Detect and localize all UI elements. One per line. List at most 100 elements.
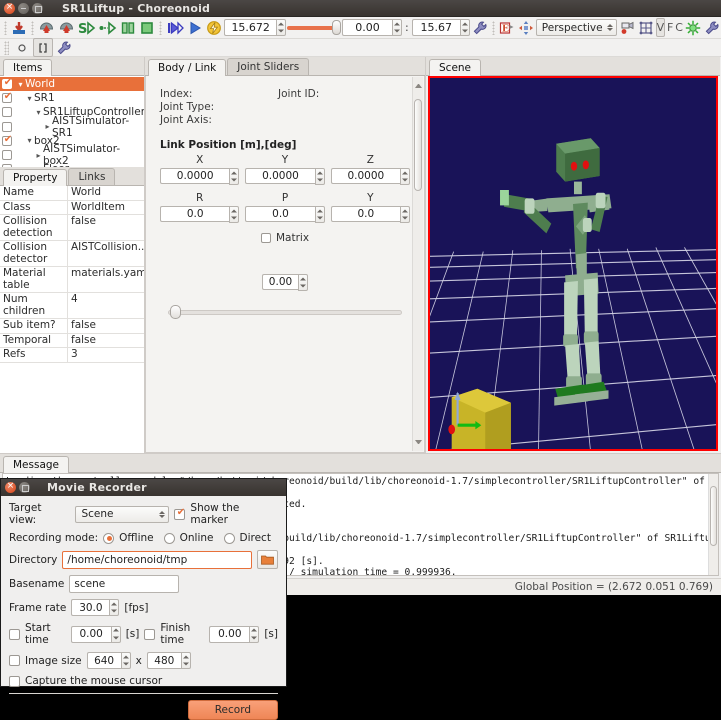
roll-arrows[interactable] [229, 206, 239, 223]
property-value[interactable]: AISTCollision... [68, 241, 144, 266]
image-width-spinbox[interactable] [87, 652, 131, 669]
tree-expander-icon[interactable]: ▾ [16, 80, 25, 89]
z-input[interactable] [331, 168, 400, 184]
light-icon[interactable] [684, 18, 702, 37]
capture-cursor-checkbox[interactable] [9, 676, 20, 687]
property-row[interactable]: Temporalfalse [0, 334, 144, 349]
roll-spinbox[interactable] [160, 206, 239, 223]
scene-config-icon[interactable] [703, 18, 721, 37]
property-value[interactable]: false [68, 319, 144, 333]
property-value[interactable]: WorldItem [68, 201, 144, 215]
fast-forward-icon[interactable] [205, 18, 223, 37]
property-value[interactable]: false [68, 215, 144, 240]
tree-item-checkbox[interactable] [2, 164, 12, 167]
message-scrollbar[interactable] [708, 474, 718, 575]
x-arrows[interactable] [229, 168, 239, 185]
bracket-icon[interactable] [33, 38, 53, 57]
tree-item-checkbox[interactable] [2, 79, 12, 89]
matrix-row[interactable]: Matrix [160, 232, 410, 244]
tree-item-checkbox[interactable] [2, 150, 12, 160]
time-min-value[interactable]: 0.00 [342, 19, 392, 36]
start-time-checkbox[interactable] [9, 629, 20, 640]
tab-property[interactable]: Property [3, 169, 67, 186]
matrix-checkbox[interactable] [261, 233, 271, 243]
property-row[interactable]: Collision detectorAISTCollision... [0, 241, 144, 267]
target-view-combo[interactable]: Scene [75, 506, 169, 523]
tab-body-link[interactable]: Body / Link [148, 59, 226, 76]
finish-time-spinbox[interactable] [209, 626, 259, 643]
start-time-spinbox[interactable] [71, 626, 121, 643]
body-link-scroll-thumb[interactable] [414, 99, 422, 191]
movie-maximize-button[interactable] [19, 482, 30, 493]
record-button[interactable]: Record [188, 700, 278, 720]
edit-mode-icon[interactable]: E [498, 18, 516, 37]
move-camera-icon[interactable] [517, 18, 535, 37]
wrench-icon[interactable] [471, 18, 489, 37]
message-scroll-thumb[interactable] [710, 486, 717, 546]
toolbar-grip-2[interactable] [31, 21, 34, 35]
mode-direct-radio[interactable] [224, 533, 235, 544]
tree-item-sr1[interactable]: ▾SR1 [0, 91, 144, 105]
tree-item-checkbox[interactable] [2, 122, 12, 132]
movie-close-button[interactable] [5, 482, 16, 493]
time-slider[interactable] [287, 19, 341, 36]
tree-item-world[interactable]: ▾World [0, 77, 144, 91]
toolbar-grip-5[interactable] [4, 41, 9, 55]
roll-input[interactable] [160, 206, 229, 222]
tab-links[interactable]: Links [68, 168, 115, 185]
tree-expander-icon[interactable]: ▾ [25, 94, 34, 103]
property-row[interactable]: ClassWorldItem [0, 201, 144, 216]
frame-rate-spinbox[interactable] [71, 599, 119, 616]
joint-value-input[interactable] [262, 274, 298, 290]
tree-expander-icon[interactable]: ▾ [25, 136, 34, 145]
play-from-start-icon[interactable] [165, 18, 185, 37]
tab-scene[interactable]: Scene [429, 59, 481, 76]
body-down-icon[interactable] [57, 18, 76, 37]
start-simulation-icon[interactable]: S [77, 18, 97, 37]
start-time-input[interactable] [71, 626, 111, 643]
current-time-value[interactable]: 15.672 [224, 19, 276, 36]
tab-message[interactable]: Message [3, 456, 69, 473]
joint-slider-handle[interactable] [170, 305, 181, 319]
finish-time-arrows[interactable] [249, 626, 259, 643]
toolbar-grip-4[interactable] [492, 21, 495, 35]
time-min-arrows[interactable] [392, 19, 402, 36]
body-link-scrollbar[interactable] [412, 77, 423, 451]
view-toggle-c-button[interactable]: C [675, 21, 683, 34]
tree-expander-icon[interactable]: ▾ [34, 108, 43, 117]
view-toggle-v-button[interactable]: V [656, 18, 666, 37]
pause-icon[interactable] [119, 18, 137, 37]
step-simulation-icon[interactable] [98, 18, 118, 37]
yaw-input[interactable] [331, 206, 400, 222]
toolbar-grip-3[interactable] [159, 21, 162, 35]
body-up-icon[interactable] [37, 18, 56, 37]
time-min-spinbox[interactable]: 0.00 [342, 19, 402, 36]
tree-expander-icon[interactable]: ▸ [34, 151, 43, 160]
image-size-checkbox[interactable] [9, 655, 20, 666]
z-spinbox[interactable] [331, 168, 410, 185]
joint-slider[interactable] [168, 305, 402, 319]
joint-value-spinbox[interactable] [262, 274, 308, 291]
start-time-arrows[interactable] [111, 626, 121, 643]
stop-icon[interactable] [138, 18, 156, 37]
image-height-input[interactable] [147, 652, 181, 669]
tab-joint-sliders[interactable]: Joint Sliders [227, 58, 309, 75]
mode-online-radio[interactable] [164, 533, 175, 544]
finish-time-checkbox[interactable] [144, 629, 155, 640]
x-spinbox[interactable] [160, 168, 239, 185]
play-icon[interactable] [186, 18, 204, 37]
window-minimize-button[interactable] [18, 3, 29, 14]
scroll-up-arrow-icon[interactable] [415, 81, 422, 88]
z-arrows[interactable] [400, 168, 410, 185]
tree-item-checkbox[interactable] [2, 93, 12, 103]
tree-item-checkbox[interactable] [2, 107, 12, 117]
time-max-arrows[interactable] [460, 19, 470, 36]
show-marker-checkbox[interactable] [174, 509, 185, 520]
yaw-arrows[interactable] [400, 206, 410, 223]
property-row[interactable]: Sub item?false [0, 319, 144, 334]
current-time-arrows[interactable] [276, 19, 286, 36]
image-width-arrows[interactable] [121, 652, 131, 669]
property-value[interactable]: materials.yaml [68, 267, 144, 292]
pitch-arrows[interactable] [315, 206, 325, 223]
tree-item-checkbox[interactable] [2, 136, 12, 146]
